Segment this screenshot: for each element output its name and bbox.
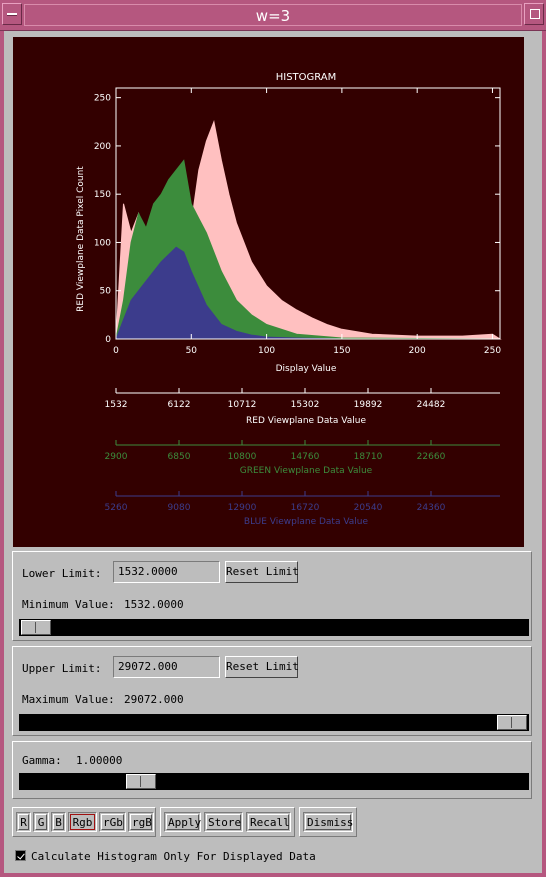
red-axis-tick-label: 19892	[354, 400, 383, 410]
chart-title: HISTOGRAM	[276, 72, 337, 83]
mode-g-button[interactable]: G	[33, 812, 49, 832]
window-title: w=3	[24, 4, 522, 26]
mode-rgb-green-button[interactable]: rGb	[99, 812, 126, 832]
maximum-value-label: Maximum Value:	[22, 693, 115, 706]
minimum-value-label: Minimum Value:	[22, 598, 115, 611]
red-axis-tick-label: 6122	[168, 400, 191, 410]
calculate-displayed-label: Calculate Histogram Only For Displayed D…	[31, 850, 316, 863]
apply-label: Apply	[166, 814, 202, 830]
minimum-value: 1532.0000	[124, 598, 184, 611]
green-axis-tick-label: 6850	[168, 452, 191, 462]
y-tick-label: 0	[105, 335, 111, 345]
green-axis-tick-label: 10800	[228, 452, 257, 462]
x-axis-label: Display Value	[276, 364, 337, 374]
upper-reset-limit-button[interactable]: Reset Limit	[225, 656, 299, 678]
y-tick-label: 150	[94, 190, 111, 200]
x-tick-label: 50	[186, 346, 198, 356]
green-axis-label: GREEN Viewplane Data Value	[240, 466, 373, 476]
green-axis-tick-label: 22660	[417, 452, 446, 462]
upper-limit-slider[interactable]	[19, 714, 529, 731]
upper-limit-slider-thumb[interactable]	[497, 715, 527, 730]
upper-limit-label: Upper Limit:	[22, 662, 102, 675]
lower-limit-panel: Lower Limit: Reset Limit Minimum Value: …	[12, 551, 532, 641]
mode-b-button[interactable]: B	[51, 812, 66, 832]
x-tick-label: 250	[484, 346, 501, 356]
window-frame-right[interactable]	[542, 31, 546, 877]
red-axis-tick-label: 24482	[417, 400, 446, 410]
gamma-slider[interactable]	[19, 773, 529, 790]
blue-axis-tick-label: 24360	[417, 503, 446, 513]
upper-limit-input[interactable]	[118, 660, 215, 673]
red-axis-tick-label: 10712	[228, 400, 257, 410]
gamma-slider-thumb[interactable]	[125, 774, 156, 789]
upper-limit-panel: Upper Limit: Reset Limit Maximum Value: …	[12, 646, 532, 736]
green-axis-tick-label: 18710	[354, 452, 383, 462]
green-axis-tick-label: 14760	[291, 452, 320, 462]
y-tick-label: 200	[94, 142, 111, 152]
lower-limit-slider-thumb[interactable]	[21, 620, 51, 635]
mode-rgb-button[interactable]: Rgb	[68, 812, 97, 832]
blue-axis-tick-label: 9080	[168, 503, 191, 513]
gamma-value: 1.00000	[76, 754, 123, 767]
recall-label: Recall	[248, 814, 290, 830]
window-menu-button[interactable]	[2, 3, 22, 25]
x-tick-label: 100	[258, 346, 275, 356]
x-tick-label: 200	[409, 346, 426, 356]
red-axis-tick-label: 1532	[105, 400, 128, 410]
histogram-plot: HISTOGRAM RED Viewplane Data Pixel Count…	[13, 37, 524, 547]
histogram-chart: HISTOGRAM RED Viewplane Data Pixel Count…	[76, 72, 502, 527]
dismiss-group: Dismiss	[299, 807, 357, 837]
lower-limit-input[interactable]	[118, 565, 215, 578]
lower-limit-slider[interactable]	[19, 619, 529, 636]
blue-axis-label: BLUE Viewplane Data Value	[244, 517, 369, 527]
y-tick-label: 250	[94, 94, 111, 104]
blue-axis-tick-label: 16720	[291, 503, 320, 513]
mode-g-label: G	[35, 814, 47, 830]
store-label: Store	[206, 814, 242, 830]
y-tick-label: 50	[100, 287, 112, 297]
mode-rgb-label: Rgb	[70, 814, 95, 830]
window-maximize-button[interactable]	[524, 3, 544, 25]
gamma-label: Gamma:	[22, 754, 62, 767]
action-group: Apply Store Recall	[160, 807, 295, 837]
red-axis-tick-label: 15302	[291, 400, 320, 410]
dismiss-label: Dismiss	[305, 814, 354, 830]
window-titlebar[interactable]: w=3	[0, 0, 546, 31]
blue-axis-tick-label: 5260	[105, 503, 128, 513]
x-tick-label: 0	[113, 346, 119, 356]
green-axis-tick-label: 2900	[105, 452, 128, 462]
lower-limit-field[interactable]	[113, 561, 220, 583]
window-frame-bottom[interactable]	[0, 873, 546, 877]
mode-r-button[interactable]: R	[16, 812, 31, 832]
calculate-displayed-checkbox[interactable]	[15, 850, 26, 861]
red-axis-label: RED Viewplane Data Value	[246, 416, 366, 426]
dismiss-button[interactable]: Dismiss	[303, 812, 353, 832]
maximum-value: 29072.000	[124, 693, 184, 706]
mode-r-label: R	[18, 814, 29, 830]
x-tick-label: 150	[333, 346, 350, 356]
apply-button[interactable]: Apply	[164, 812, 201, 832]
mode-rgb-green-label: rGb	[101, 814, 124, 830]
mode-rgb-blue-label: rgB	[130, 814, 152, 830]
lower-limit-label: Lower Limit:	[22, 567, 102, 580]
gamma-panel: Gamma: 1.00000	[12, 741, 532, 799]
recall-button[interactable]: Recall	[246, 812, 291, 832]
mode-rgb-blue-button[interactable]: rgB	[128, 812, 154, 832]
mode-b-label: B	[53, 814, 64, 830]
upper-limit-field[interactable]	[113, 656, 220, 678]
lower-reset-limit-button[interactable]: Reset Limit	[225, 561, 299, 583]
y-axis-label: RED Viewplane Data Pixel Count	[76, 166, 86, 312]
store-button[interactable]: Store	[204, 812, 243, 832]
channel-mode-group: R G B Rgb rGb rgB	[12, 807, 156, 837]
window-frame-left[interactable]	[0, 31, 4, 877]
blue-axis-tick-label: 20540	[354, 503, 383, 513]
blue-axis-tick-label: 12900	[228, 503, 257, 513]
y-tick-label: 100	[94, 238, 111, 248]
